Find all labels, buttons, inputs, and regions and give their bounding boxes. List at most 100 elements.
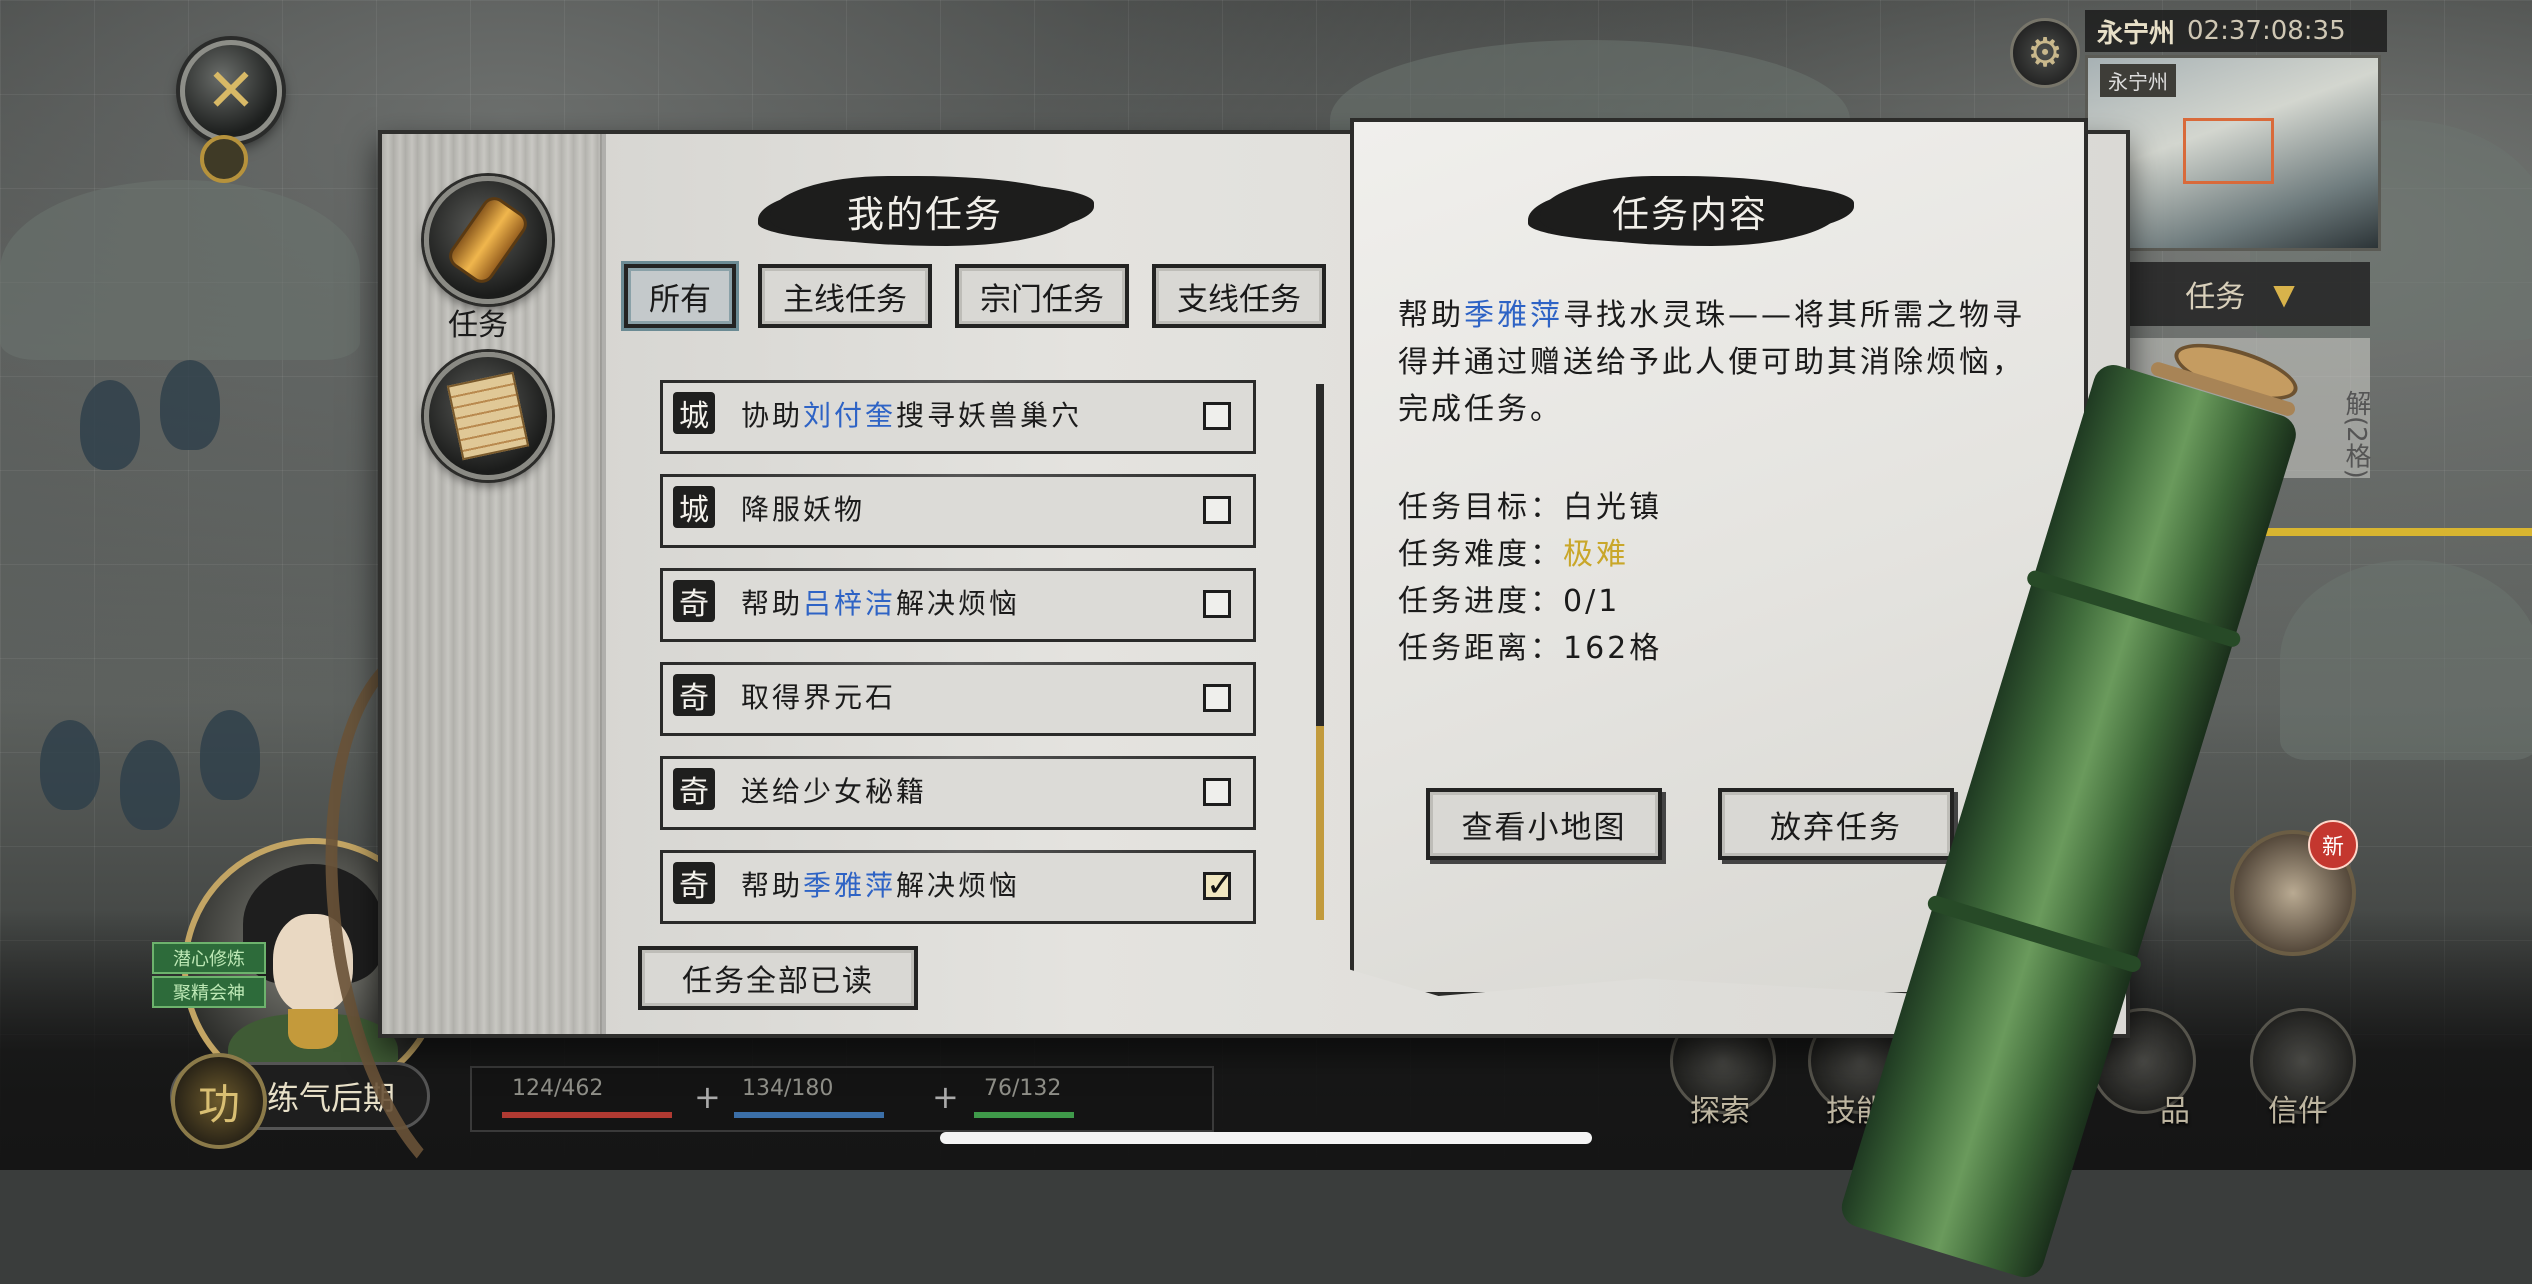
quest-type-odd-icon: 奇 — [673, 674, 715, 716]
buff-tag: 聚精会神 — [152, 976, 266, 1008]
desc-prefix: 帮助 — [1398, 298, 1464, 333]
quest-row-selected[interactable]: 奇 帮助季雅萍解决烦恼 — [660, 850, 1256, 924]
quest-title: 送给少女秘籍 — [741, 775, 928, 808]
quest-title: 帮助季雅萍解决烦恼 — [741, 864, 1020, 904]
quest-list-scroll-thumb[interactable] — [1316, 726, 1324, 920]
detail-difficulty: 任务难度：极难 — [1398, 529, 1629, 573]
tree — [160, 360, 220, 450]
bamboo-node — [2025, 568, 2243, 649]
detail-label: 任务进度： — [1398, 584, 1563, 619]
detail-value: 极难 — [1563, 537, 1629, 572]
mp-bar — [734, 1112, 884, 1118]
close-icon: ✕ — [205, 56, 257, 126]
detail-target: 任务目标：白光镇 — [1398, 482, 1662, 526]
desc-npc-name: 季雅萍 — [1464, 298, 1563, 333]
sp-bar — [974, 1112, 1074, 1118]
list-title: 我的任务 — [770, 176, 1080, 246]
letter-paper-icon — [446, 371, 530, 461]
items-label: 品 — [2160, 1094, 2190, 1129]
detail-distance: 任务距离：162格 — [1398, 623, 1662, 667]
detail-label: 任务难度： — [1398, 537, 1563, 572]
quest-title-prefix: 协助 — [741, 399, 804, 432]
tab-quests[interactable] — [424, 176, 552, 304]
time-bar: 永宁州 02:37:08:35 — [2085, 10, 2387, 52]
tree — [120, 740, 180, 830]
quest-track-checkbox[interactable] — [1203, 684, 1231, 712]
minimap-player-marker — [2183, 118, 2274, 184]
filter-sect[interactable]: 宗门任务 — [955, 264, 1129, 328]
avatar-collar — [288, 1009, 338, 1049]
right-panel-dropdown[interactable]: 任务 ▼ — [2110, 262, 2370, 326]
quest-track-checkbox-checked[interactable] — [1203, 865, 1235, 905]
letters-label: 信件 — [2268, 1094, 2328, 1129]
tab-letters[interactable] — [424, 352, 552, 480]
quest-title: 帮助吕梓洁解决烦恼 — [741, 582, 1020, 622]
tree — [40, 720, 100, 810]
home-indicator[interactable] — [940, 1132, 1592, 1144]
quest-npc-name: 刘付奎 — [803, 399, 897, 432]
tree — [200, 710, 260, 800]
coin-icon — [200, 135, 248, 183]
detail-value: 0/1 — [1563, 584, 1621, 619]
filter-all[interactable]: 所有 — [624, 264, 736, 328]
buff-tag: 潜心修炼 — [152, 942, 266, 974]
abandon-quest-button[interactable]: 放弃任务 — [1718, 788, 1954, 860]
mountain — [0, 180, 360, 360]
time-location: 永宁州 — [2097, 18, 2176, 49]
quest-track-checkbox[interactable] — [1203, 496, 1231, 524]
filter-main[interactable]: 主线任务 — [758, 264, 932, 328]
quest-description: 帮助季雅萍寻找水灵珠——将其所需之物寻得并通过赠送给予此人便可助其消除烦恼，完成… — [1398, 292, 2038, 433]
book-fold — [600, 134, 606, 1034]
detail-progress: 任务进度：0/1 — [1398, 576, 1620, 620]
close-button[interactable]: ✕ — [180, 40, 282, 142]
bamboo-node — [1925, 893, 2143, 974]
quest-title-prefix: 帮助 — [741, 587, 804, 620]
quest-track-checkbox[interactable] — [1203, 402, 1231, 430]
quest-type-odd-icon: 奇 — [673, 862, 715, 904]
quest-title-suffix: 解决烦恼 — [896, 869, 1021, 902]
mark-all-read-button[interactable]: 任务全部已读 — [638, 946, 918, 1010]
sp-value: 76/132 — [984, 1076, 1062, 1101]
quest-type-odd-icon: 奇 — [673, 768, 715, 810]
quest-row[interactable]: 奇 帮助吕梓洁解决烦恼 — [660, 568, 1256, 642]
right-panel-card-text: 解(2格) — [2341, 390, 2371, 479]
quest-row[interactable]: 城 降服妖物 — [660, 474, 1256, 548]
quest-row[interactable]: 奇 取得界元石 — [660, 662, 1256, 736]
quest-row[interactable]: 城 协助刘付奎搜寻妖兽巢穴 — [660, 380, 1256, 454]
rank-emblem-icon: 功 — [171, 1053, 267, 1149]
quest-title: 取得界元石 — [741, 681, 897, 714]
quest-type-city-icon: 城 — [673, 392, 715, 434]
plus-icon[interactable]: + — [694, 1078, 721, 1116]
view-minimap-button[interactable]: 查看小地图 — [1426, 788, 1662, 860]
new-badge: 新 — [2308, 820, 2358, 870]
right-panel-dropdown-label: 任务 — [2185, 280, 2246, 315]
quest-title: 协助刘付奎搜寻妖兽巢穴 — [741, 394, 1082, 434]
quest-type-odd-icon: 奇 — [673, 580, 715, 622]
quest-track-checkbox[interactable] — [1203, 590, 1231, 618]
minimap-tag: 永宁州 — [2100, 64, 2176, 97]
caret-down-icon: ▼ — [2273, 277, 2295, 311]
quest-track-checkbox[interactable] — [1203, 778, 1231, 806]
scroll-icon — [448, 196, 528, 284]
mountain — [2280, 560, 2532, 760]
quest-title-prefix: 帮助 — [741, 869, 804, 902]
explore-label: 探索 — [1690, 1094, 1750, 1129]
tree — [80, 380, 140, 470]
quest-type-city-icon: 城 — [673, 486, 715, 528]
time-value: 02:37:08:35 — [2187, 16, 2346, 46]
quest-list[interactable]: 城 协助刘付奎搜寻妖兽巢穴 城 降服妖物 奇 帮助吕梓洁解决烦恼 奇 取得界元石… — [660, 380, 1256, 930]
settings-gear-icon[interactable]: ⚙ — [2010, 18, 2080, 88]
quest-npc-name: 季雅萍 — [803, 869, 897, 902]
plus-icon[interactable]: + — [932, 1078, 959, 1116]
detail-value: 白光镇 — [1563, 490, 1662, 525]
detail-value: 162格 — [1563, 631, 1663, 666]
detail-title: 任务内容 — [1540, 176, 1840, 246]
filter-side[interactable]: 支线任务 — [1152, 264, 1326, 328]
quest-title-suffix: 解决烦恼 — [896, 587, 1021, 620]
quest-title-suffix: 搜寻妖兽巢穴 — [896, 399, 1083, 432]
mp-value: 134/180 — [742, 1076, 834, 1101]
detail-label: 任务目标： — [1398, 490, 1563, 525]
tab-quests-label: 任务 — [448, 308, 508, 343]
quest-row[interactable]: 奇 送给少女秘籍 — [660, 756, 1256, 830]
quest-title: 降服妖物 — [741, 493, 866, 526]
